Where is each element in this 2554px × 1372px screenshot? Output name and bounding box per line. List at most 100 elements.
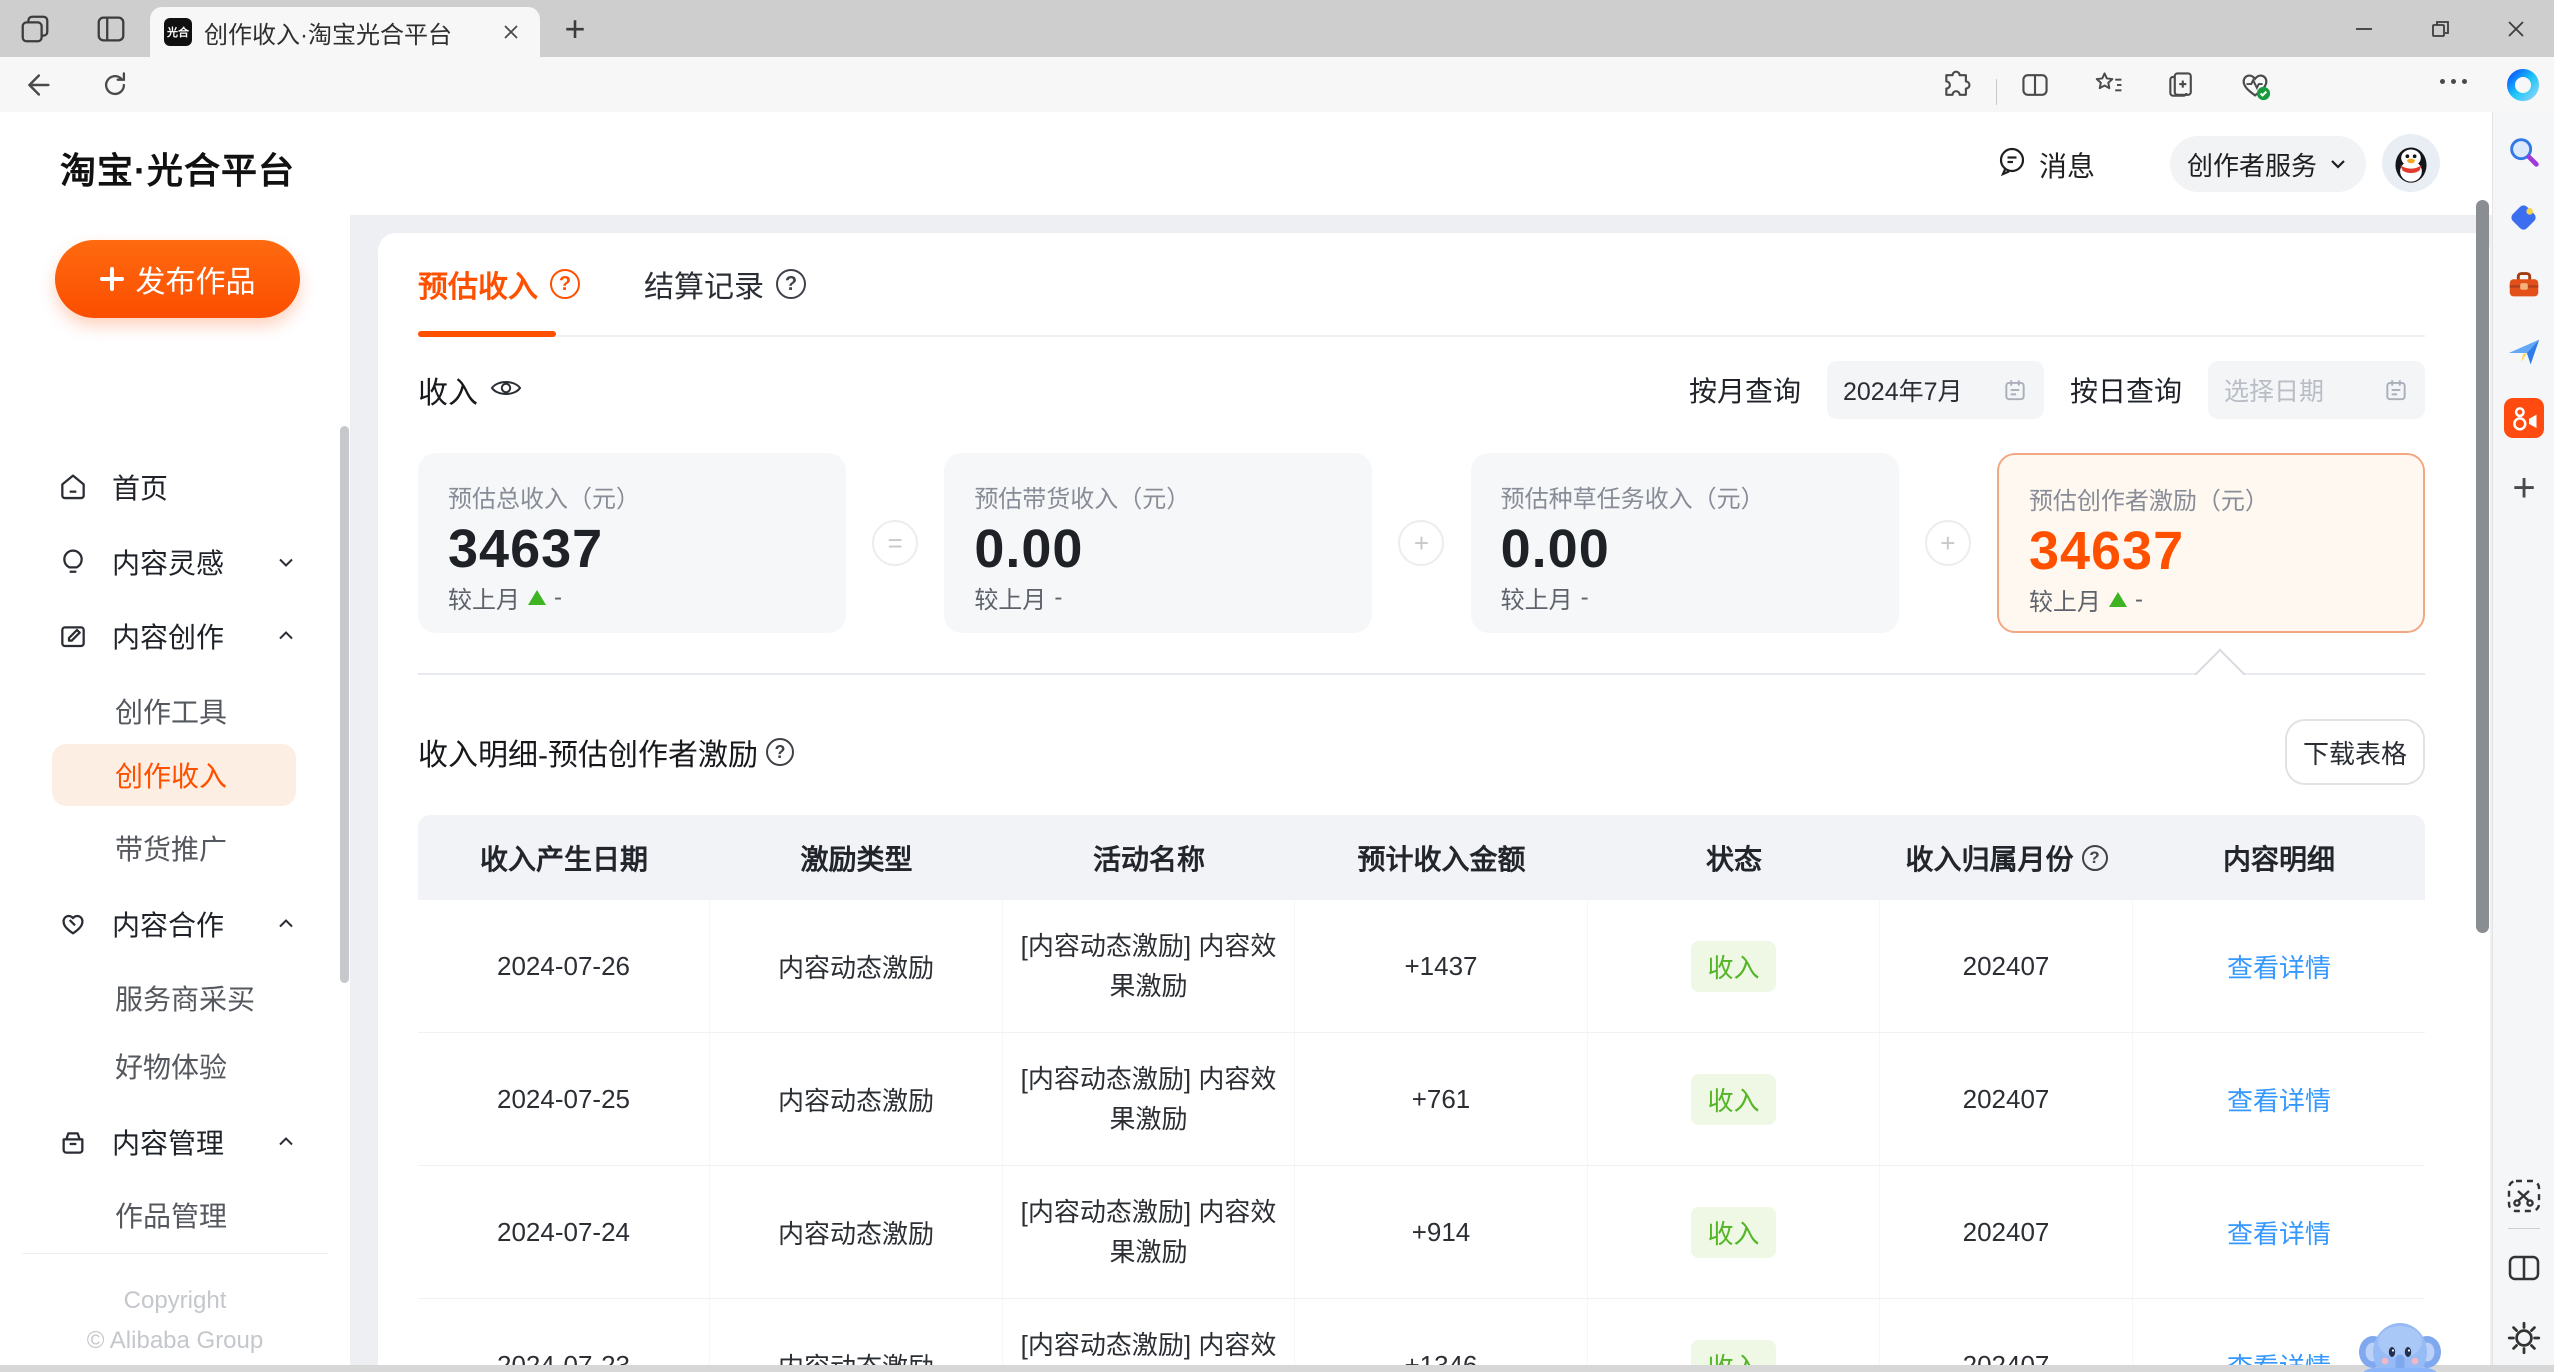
workspaces-icon[interactable] xyxy=(16,10,54,48)
filter-row: 收入 按月查询 2024年7月 按日查询 选择日期 xyxy=(418,361,2425,419)
publish-work-button[interactable]: 发布作品 xyxy=(55,240,300,318)
messages-button[interactable]: 消息 xyxy=(1995,144,2095,185)
extensions-icon[interactable] xyxy=(1938,66,1976,104)
table-row: 2024-07-24 内容动态激励 [内容动态激励] 内容效果激励 +914 收… xyxy=(418,1166,2425,1299)
table-header: 收入产生日期 激励类型 活动名称 预计收入金额 状态 收入归属月份 ? 内容明细 xyxy=(418,815,2425,900)
publish-work-label: 发布作品 xyxy=(135,266,256,299)
back-icon[interactable] xyxy=(18,66,56,104)
help-icon[interactable]: ? xyxy=(776,269,806,299)
month-picker-input[interactable]: 2024年7月 xyxy=(1826,361,2044,419)
eye-icon[interactable] xyxy=(490,373,522,407)
toolbox-icon[interactable] xyxy=(2504,265,2544,305)
download-table-button[interactable]: 下载表格 xyxy=(2285,719,2425,785)
browser-tab[interactable]: 光合 创作收入·淘宝光合平台 xyxy=(150,7,540,57)
browser-toolbar: https://creator.guanghe.taobao.com/page/… xyxy=(0,57,2554,163)
favorites-list-icon[interactable] xyxy=(2090,66,2128,104)
new-tab-button[interactable]: + xyxy=(556,8,594,49)
stat-card-sales-income[interactable]: 预估带货收入（元） 0.00 较上月 - xyxy=(944,453,1373,633)
sidebar-item-creation-tools[interactable]: 创作工具 xyxy=(0,680,350,742)
page-scrollbar[interactable] xyxy=(2476,200,2489,933)
tab-estimated-income[interactable]: 预估收入 ? xyxy=(418,262,580,306)
tab-close-icon[interactable] xyxy=(496,17,526,47)
browser-window: 光合 创作收入·淘宝光合平台 + 淘宝·光合平台 消息 创作者服务 发布作品 首… xyxy=(0,0,2554,1372)
rail-divider xyxy=(2508,1228,2540,1229)
col-activity-name: 活动名称 xyxy=(1092,843,1205,875)
toolbar-divider xyxy=(1996,79,1997,105)
calendar-icon xyxy=(2005,380,2025,401)
stat-card-task-income[interactable]: 预估种草任务收入（元） 0.00 较上月 - xyxy=(1470,453,1899,633)
sidebar-item-creation[interactable]: 内容创作 xyxy=(0,604,350,668)
kuaishou-icon[interactable] xyxy=(2504,398,2544,438)
tab-settlement-records[interactable]: 结算记录 ? xyxy=(644,262,806,306)
user-avatar[interactable] xyxy=(2382,134,2440,192)
search-icon[interactable] xyxy=(2504,132,2544,172)
col-income-date: 收入产生日期 xyxy=(479,843,648,875)
split-screen-icon[interactable] xyxy=(2016,66,2054,104)
help-icon[interactable]: ? xyxy=(2081,844,2108,871)
day-picker-input[interactable]: 选择日期 xyxy=(2208,361,2425,419)
sidebar-item-promotion[interactable]: 带货推广 xyxy=(0,817,350,879)
view-details-link[interactable]: 查看详情 xyxy=(2227,948,2331,985)
table-row: 2024-07-26 内容动态激励 [内容动态激励] 内容效果激励 +1437 … xyxy=(418,900,2425,1033)
month-query-label: 按月查询 xyxy=(1688,376,1801,407)
status-badge: 收入 xyxy=(1691,1339,1776,1365)
tab-title: 创作收入·淘宝光合平台 xyxy=(204,21,452,49)
trend-up-icon xyxy=(2108,592,2127,607)
help-icon[interactable]: ? xyxy=(766,738,794,766)
creator-service-label: 创作者服务 xyxy=(2186,150,2317,181)
restore-button[interactable] xyxy=(2402,0,2478,57)
message-icon xyxy=(1995,144,2029,185)
sidebar-item-creation-income[interactable]: 创作收入 xyxy=(52,744,296,806)
heart-hands-icon xyxy=(56,907,90,941)
day-query-label: 按日查询 xyxy=(2069,376,2182,407)
close-button[interactable] xyxy=(2478,0,2554,57)
add-sidebar-item-icon[interactable]: + xyxy=(2504,466,2544,510)
view-details-link[interactable]: 查看详情 xyxy=(2227,1214,2331,1251)
tab-bar: 预估收入 ? 结算记录 ? xyxy=(418,233,2425,337)
refresh-icon[interactable] xyxy=(96,66,134,104)
tab-actions-icon[interactable] xyxy=(92,10,130,48)
plus-icon xyxy=(99,267,124,291)
browser-essentials-icon[interactable] xyxy=(2236,66,2274,104)
customer-service-button[interactable]: 客服 xyxy=(2356,1312,2444,1372)
sidebar-item-management[interactable]: 内容管理 xyxy=(0,1110,350,1174)
view-details-link[interactable]: 查看详情 xyxy=(2227,1347,2331,1366)
stat-card-total-income[interactable]: 预估总收入（元） 34637 较上月 - xyxy=(418,453,846,633)
sidebar-item-inspiration[interactable]: 内容灵感 xyxy=(0,530,350,594)
sidebar-item-service-purchase[interactable]: 服务商采买 xyxy=(0,967,350,1029)
status-badge: 收入 xyxy=(1691,1073,1776,1125)
view-details-link[interactable]: 查看详情 xyxy=(2227,1081,2331,1118)
paper-plane-icon[interactable] xyxy=(2504,332,2544,372)
sidebar: 发布作品 首页 内容灵感 内容创作 创作工具 创作收入 带货推广 内容合作 服务… xyxy=(0,215,350,1365)
table-row: 2024-07-25 内容动态激励 [内容动态激励] 内容效果激励 +761 收… xyxy=(418,1033,2425,1166)
sidebar-divider xyxy=(22,1253,328,1254)
plus-operator: + xyxy=(1924,520,1971,566)
window-controls xyxy=(2326,0,2554,57)
help-icon[interactable]: ? xyxy=(550,269,580,299)
sidebar-item-home[interactable]: 首页 xyxy=(0,455,350,519)
copilot-icon[interactable] xyxy=(2504,66,2542,104)
selected-card-caret xyxy=(2194,648,2246,700)
table-row: 2024-07-23 内容动态激励 [内容动态激励] 内容效果激励 +1346 … xyxy=(418,1299,2425,1365)
sidebar-item-work-management[interactable]: 作品管理 xyxy=(0,1184,350,1246)
site-logo[interactable]: 淘宝·光合平台 xyxy=(60,142,295,194)
stat-card-creator-incentive[interactable]: 预估创作者激励（元） 34637 较上月 - xyxy=(1996,453,2425,633)
col-status: 状态 xyxy=(1705,843,1762,875)
collections-icon[interactable] xyxy=(2162,66,2200,104)
minimize-button[interactable] xyxy=(2326,0,2402,57)
split-window-icon[interactable] xyxy=(2504,1248,2544,1288)
edge-sidebar: + xyxy=(2492,112,2554,1365)
copyright-text: Copyright © Alibaba Group xyxy=(86,1287,264,1354)
income-section-title: 收入 xyxy=(418,368,522,412)
status-badge: 收入 xyxy=(1691,1206,1776,1258)
sidebar-item-cooperation[interactable]: 内容合作 xyxy=(0,892,350,956)
settings-gear-icon[interactable] xyxy=(2504,1318,2544,1358)
sidebar-item-product-trial[interactable]: 好物体验 xyxy=(0,1035,350,1097)
sidebar-scrollbar[interactable] xyxy=(340,426,349,983)
screenshot-icon[interactable] xyxy=(2504,1176,2544,1216)
shopping-tag-icon[interactable] xyxy=(2504,198,2544,238)
settings-more-icon[interactable] xyxy=(2440,79,2467,84)
creator-service-menu[interactable]: 创作者服务 xyxy=(2170,136,2366,192)
calendar-icon xyxy=(2386,380,2406,401)
income-panel: 预估收入 ? 结算记录 ? 收入 按月查询 2024年7月 按日查询 选择日期 … xyxy=(378,233,2490,1365)
